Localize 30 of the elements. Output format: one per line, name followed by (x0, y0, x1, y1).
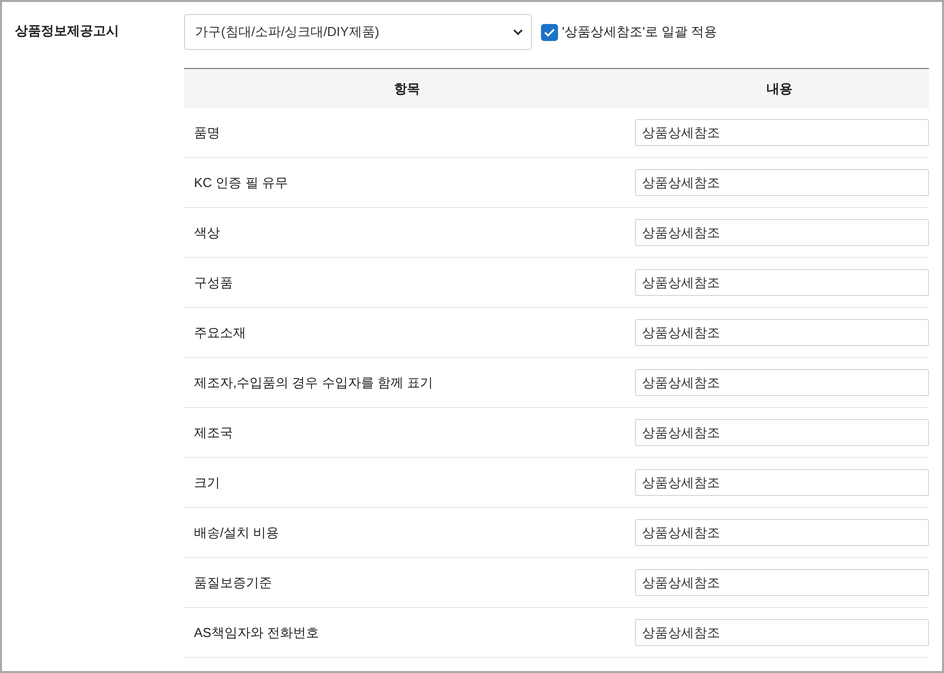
content-input[interactable]: 상품상세참조 (635, 619, 929, 646)
item-cell: KC 인증 필 유무 (184, 158, 630, 208)
column-header: 항목 (184, 68, 630, 108)
content-input[interactable]: 상품상세참조 (635, 219, 929, 246)
category-select[interactable]: 가구(침대/소파/싱크대/DIY제품) (184, 14, 532, 50)
content-input[interactable]: 상품상세참조 (635, 269, 929, 296)
item-cell: 크기 (184, 458, 630, 508)
bulk-apply-label: '상품상세참조'로 일괄 적용 (562, 23, 718, 41)
item-cell: 구성품 (184, 258, 630, 308)
content-input[interactable]: 상품상세참조 (635, 419, 929, 446)
column-header: 내용 (630, 68, 929, 108)
content-input[interactable]: 상품상세참조 (635, 469, 929, 496)
item-cell: 품질보증기준 (184, 558, 630, 608)
content-input[interactable]: 상품상세참조 (635, 169, 929, 196)
content-input[interactable]: 상품상세참조 (635, 569, 929, 596)
content-input[interactable]: 상품상세참조 (635, 519, 929, 546)
check-icon (544, 28, 555, 36)
section-label: 상품정보제공고시 (15, 22, 120, 40)
item-cell: 제조자,수입품의 경우 수입자를 함께 표기 (184, 358, 630, 408)
item-cell: 품명 (184, 108, 630, 158)
item-cell: 제조국 (184, 408, 630, 458)
bulk-apply-checkbox[interactable] (541, 24, 558, 40)
chevron-down-icon (513, 28, 523, 36)
item-cell: 배송/설치 비용 (184, 508, 630, 558)
item-cell: 색상 (184, 208, 630, 258)
content-input[interactable]: 상품상세참조 (635, 319, 929, 346)
content-input[interactable]: 상품상세참조 (635, 119, 929, 146)
item-cell: AS책임자와 전화번호 (184, 608, 630, 658)
item-cell: 주요소재 (184, 308, 630, 358)
content-input[interactable]: 상품상세참조 (635, 369, 929, 396)
